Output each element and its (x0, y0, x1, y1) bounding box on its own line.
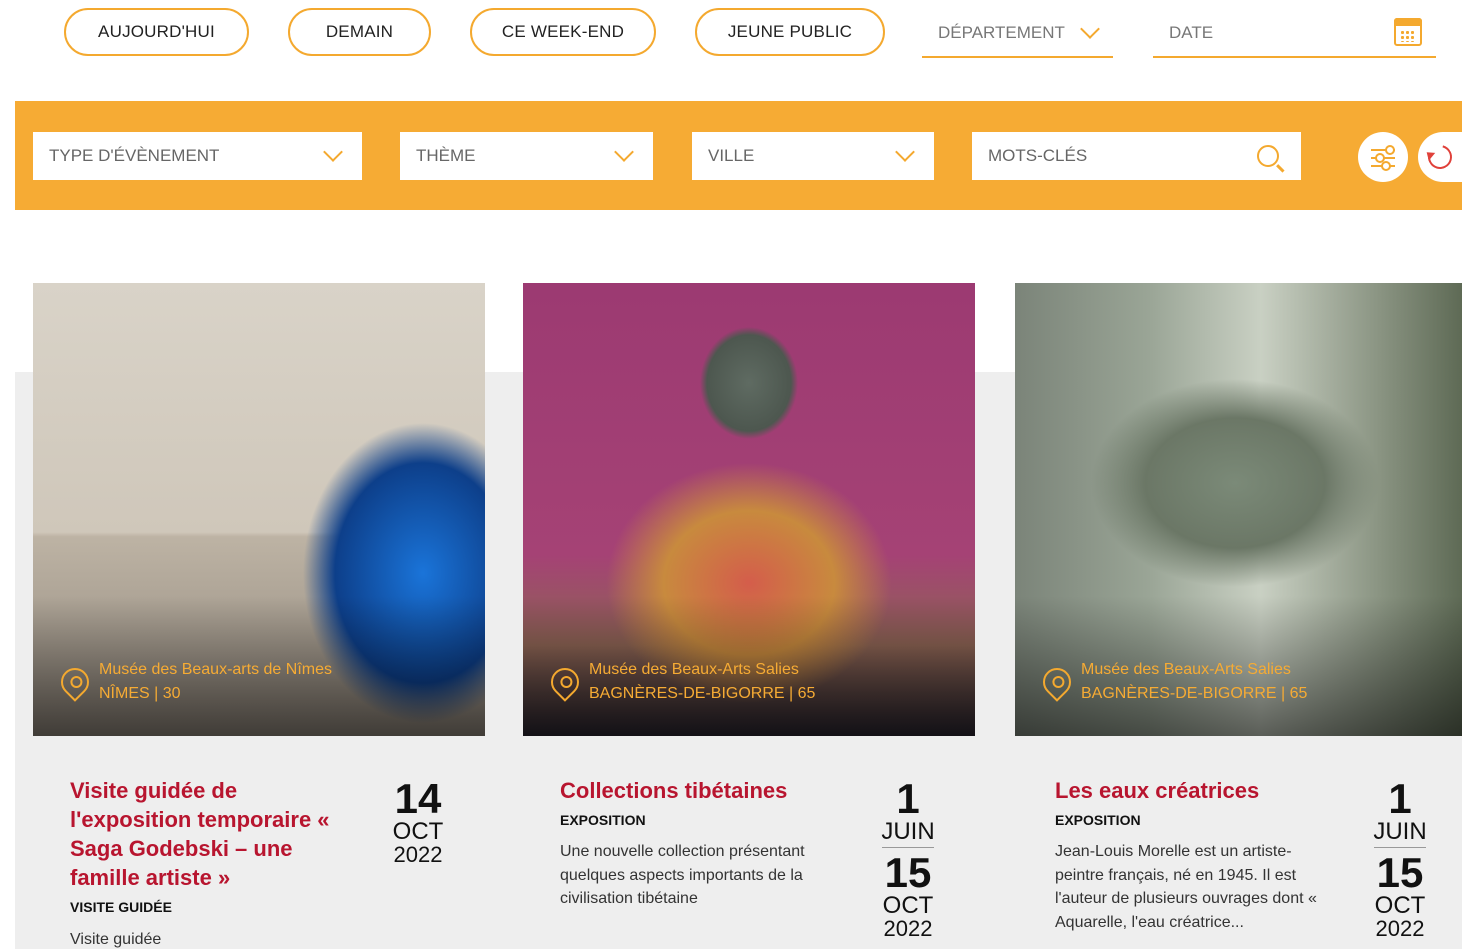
venue-city: BAGNÈRES-DE-BIGORRE | 65 (1081, 685, 1308, 702)
end-month: OCT (1374, 892, 1426, 919)
city-label: VILLE (708, 146, 755, 165)
map-pin-icon (1037, 662, 1077, 702)
event-image[interactable]: Musée des Beaux-arts de Nîmes NÎMES | 30 (33, 283, 485, 736)
event-card-body: Les eaux créatrices EXPOSITION Jean-Loui… (1015, 736, 1462, 949)
event-description: Une nouvelle collection présentant quelq… (560, 843, 805, 907)
event-card[interactable]: Musée des Beaux-Arts Salies BAGNÈRES-DE-… (523, 283, 975, 949)
chevron-down-icon (1079, 19, 1100, 39)
event-description: Visite guidée (70, 931, 162, 948)
filter-young-public-button[interactable]: JEUNE PUBLIC (695, 8, 885, 56)
event-image[interactable]: Musée des Beaux-Arts Salies BAGNÈRES-DE-… (1015, 283, 1462, 736)
end-day: 15 (1376, 849, 1424, 896)
venue-name: Musée des Beaux-arts de Nîmes (99, 661, 332, 678)
filter-today-button[interactable]: AUJOURD'HUI (64, 8, 249, 56)
event-location: Musée des Beaux-Arts Salies BAGNÈRES-DE-… (1037, 658, 1308, 706)
theme-label: THÈME (416, 146, 476, 165)
filter-band: TYPE D'ÉVÈNEMENT THÈME VILLE MOTS-CLÉS (15, 101, 1462, 210)
city-select[interactable]: VILLE (692, 132, 934, 180)
event-type: EXPOSITION (560, 812, 646, 828)
venue-city: NÎMES | 30 (99, 685, 181, 702)
department-select[interactable]: DÉPARTEMENT (922, 10, 1113, 58)
start-day: 14 (394, 775, 442, 822)
start-day: 1 (896, 775, 920, 822)
quick-filter-bar: AUJOURD'HUI DEMAIN CE WEEK-END JEUNE PUB… (0, 0, 1462, 100)
event-card[interactable]: Musée des Beaux-Arts Salies BAGNÈRES-DE-… (1015, 283, 1462, 949)
keywords-placeholder: MOTS-CLÉS (988, 146, 1088, 165)
event-location: Musée des Beaux-arts de Nîmes NÎMES | 30 (55, 658, 332, 706)
event-title[interactable]: Les eaux créatrices (1055, 776, 1345, 805)
end-year: 2022 (1375, 916, 1425, 941)
venue-city: BAGNÈRES-DE-BIGORRE | 65 (589, 685, 816, 702)
filter-weekend-button[interactable]: CE WEEK-END (470, 8, 656, 56)
reset-icon (1423, 140, 1457, 174)
event-card[interactable]: Musée des Beaux-arts de Nîmes NÎMES | 30… (33, 283, 485, 949)
chevron-down-icon (895, 142, 915, 162)
calendar-icon[interactable] (1394, 18, 1422, 46)
start-month: JUIN (1373, 818, 1427, 845)
start-day: 1 (1388, 775, 1412, 822)
map-pin-icon (55, 662, 95, 702)
end-month: OCT (882, 892, 934, 919)
date-field[interactable]: DATE (1153, 10, 1436, 58)
advanced-filters-button[interactable] (1358, 132, 1408, 182)
event-type: EXPOSITION (1055, 812, 1141, 828)
event-title[interactable]: Visite guidée de l'exposition temporaire… (70, 776, 360, 892)
event-location: Musée des Beaux-Arts Salies BAGNÈRES-DE-… (545, 658, 816, 706)
end-day: 15 (884, 849, 932, 896)
end-year: 2022 (883, 916, 933, 941)
date-separator (882, 847, 934, 848)
event-description: Jean-Louis Morelle est un artiste-peintr… (1055, 843, 1317, 931)
start-month: JUIN (881, 818, 935, 845)
event-card-body: Visite guidée de l'exposition temporaire… (33, 736, 485, 949)
keywords-search-input[interactable]: MOTS-CLÉS (972, 132, 1301, 180)
venue-name: Musée des Beaux-Arts Salies (1081, 661, 1291, 678)
theme-select[interactable]: THÈME (400, 132, 653, 180)
event-image[interactable]: Musée des Beaux-Arts Salies BAGNÈRES-DE-… (523, 283, 975, 736)
event-date: 14 OCT 2022 (383, 778, 453, 866)
event-date-range: 1 JUIN 15 OCT 2022 (1365, 778, 1435, 940)
venue-name: Musée des Beaux-Arts Salies (589, 661, 799, 678)
event-type: VISITE GUIDÉE (70, 899, 172, 915)
event-date-range: 1 JUIN 15 OCT 2022 (873, 778, 943, 940)
event-card-body: Collections tibétaines EXPOSITION Une no… (523, 736, 975, 949)
search-icon[interactable] (1257, 145, 1279, 167)
event-title[interactable]: Collections tibétaines (560, 776, 850, 805)
start-month: OCT (392, 818, 444, 845)
sliders-icon (1371, 145, 1395, 171)
start-year: 2022 (393, 842, 443, 867)
filter-tomorrow-button[interactable]: DEMAIN (288, 8, 431, 56)
date-separator (1374, 847, 1426, 848)
reset-filters-button[interactable] (1418, 132, 1462, 182)
event-type-label: TYPE D'ÉVÈNEMENT (49, 146, 220, 165)
chevron-down-icon (614, 142, 634, 162)
date-label: DATE (1169, 23, 1214, 42)
department-label: DÉPARTEMENT (938, 23, 1065, 42)
chevron-down-icon (323, 142, 343, 162)
map-pin-icon (545, 662, 585, 702)
event-type-select[interactable]: TYPE D'ÉVÈNEMENT (33, 132, 362, 180)
